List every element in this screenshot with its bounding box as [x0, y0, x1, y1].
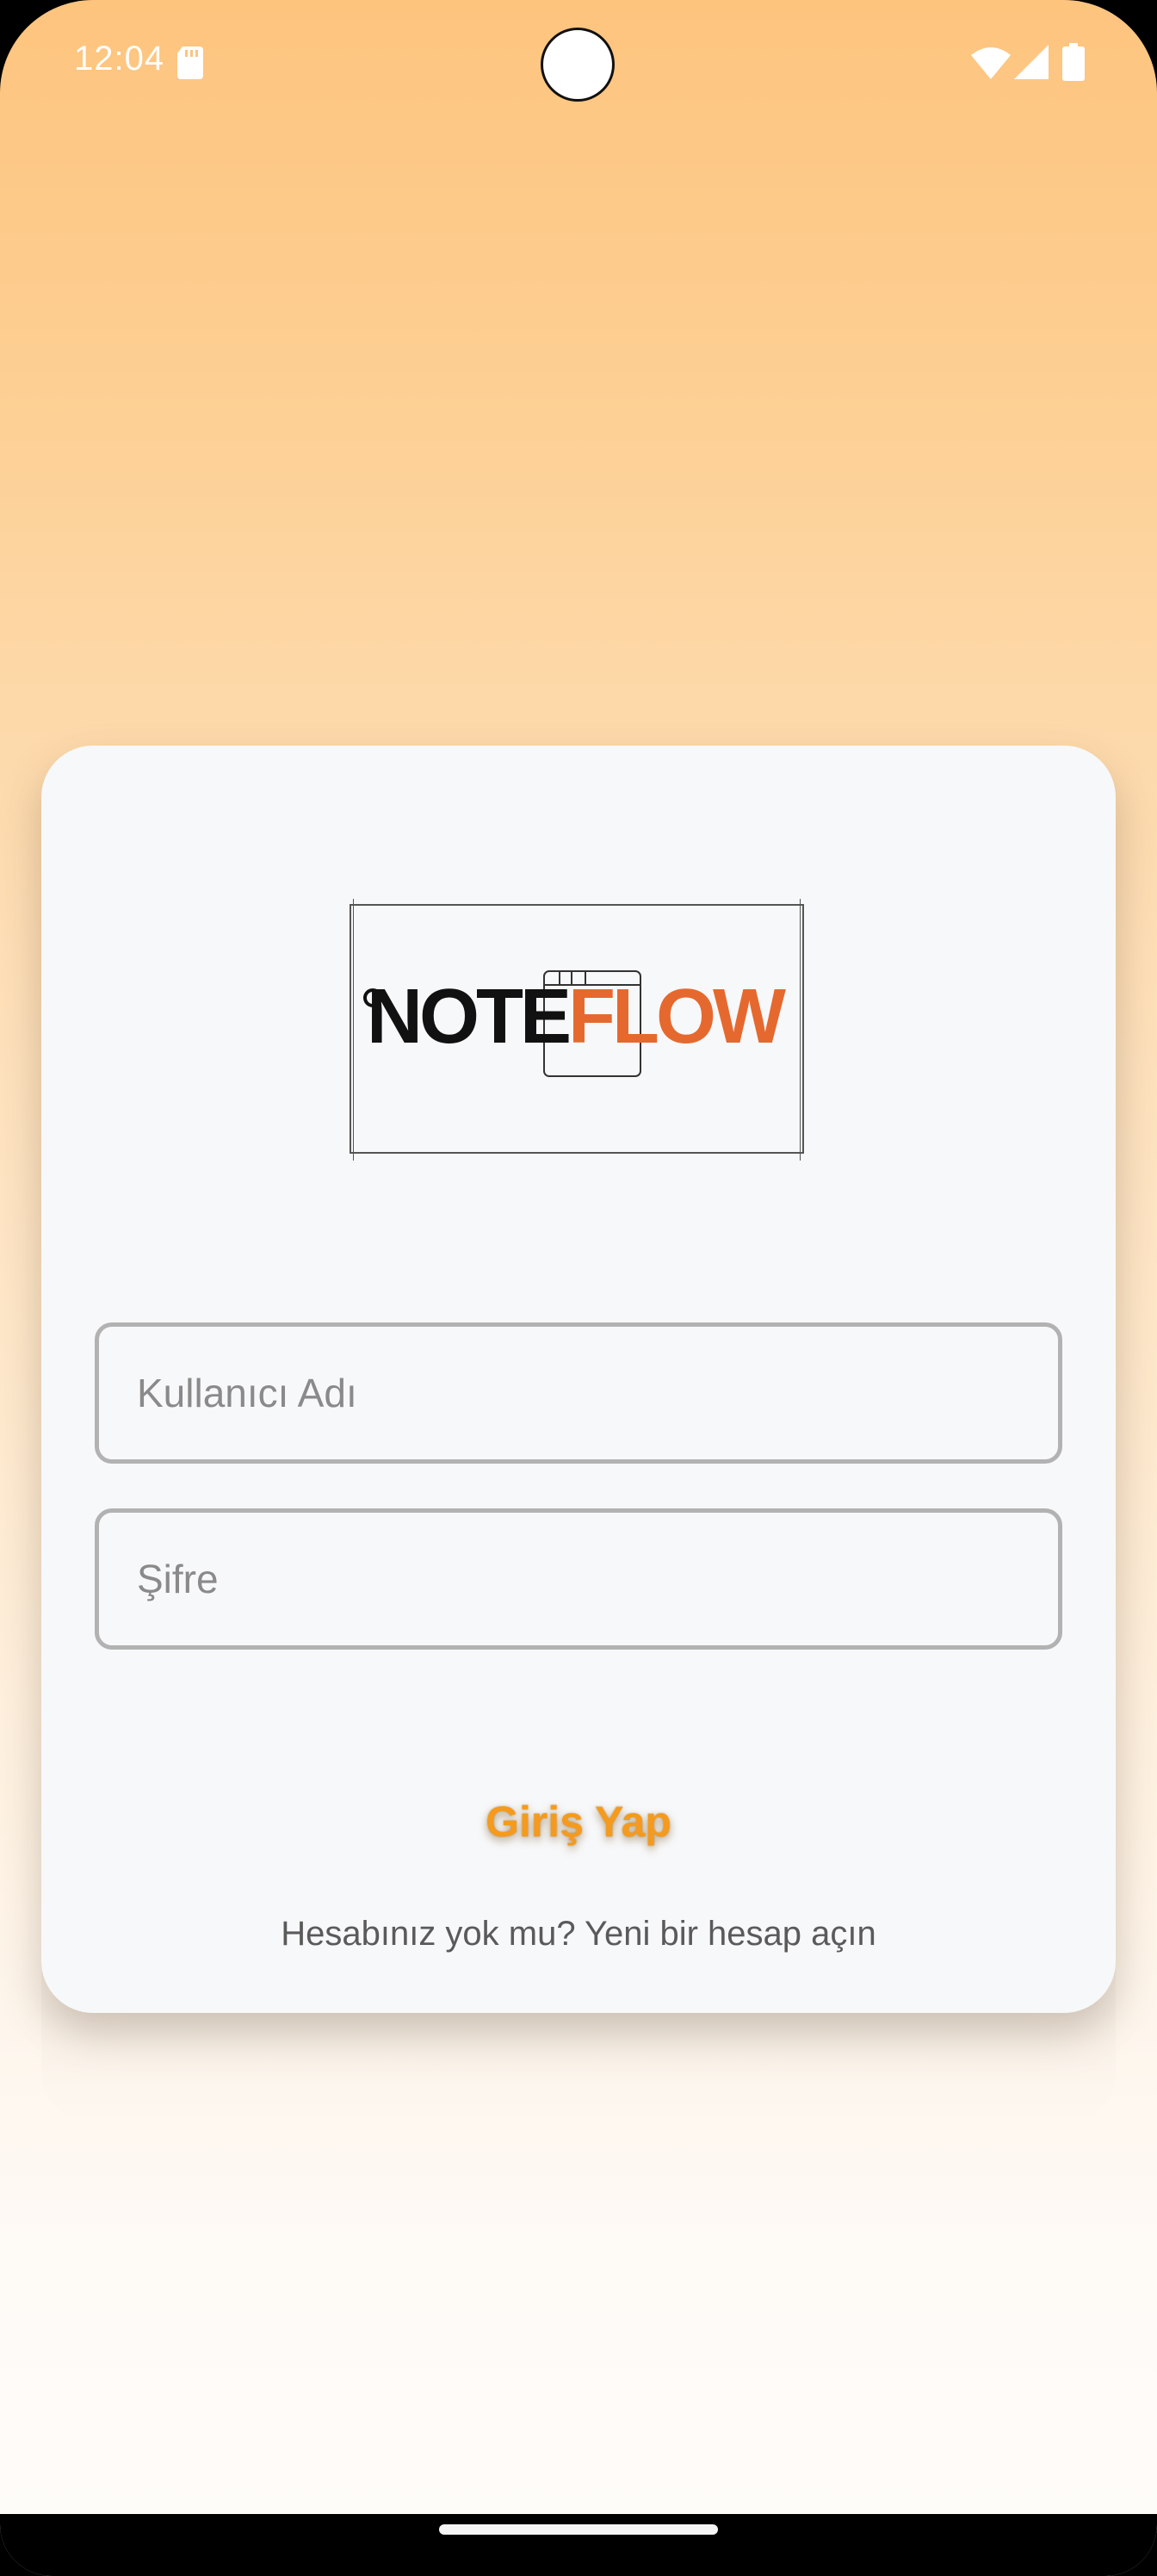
username-placeholder: Kullanıcı Adı — [137, 1371, 357, 1415]
status-bar: 12:04 — [0, 0, 1157, 129]
status-time: 12:04 — [74, 40, 165, 77]
wifi-icon — [971, 47, 1011, 79]
login-button[interactable]: Giriş Yap — [406, 1779, 751, 1865]
logo-flow-text: FLOW — [568, 974, 786, 1060]
app-screen: 12:04 NOTEFLOW Kullanıcı Adı Şifre Giriş… — [0, 0, 1157, 2576]
signup-link[interactable]: Hesabınız yok mu? Yeni bir hesap açın — [41, 1915, 1116, 1954]
password-input[interactable]: Şifre — [95, 1508, 1062, 1650]
login-card: NOTEFLOW Kullanıcı Adı Şifre Giriş Yap H… — [41, 746, 1116, 2013]
logo-note-text: NOTE — [367, 974, 572, 1060]
app-logo: NOTEFLOW — [350, 899, 804, 1161]
home-indicator[interactable] — [439, 2524, 718, 2535]
logo-wordmark: NOTEFLOW — [367, 978, 786, 1056]
navigation-bar — [0, 2514, 1157, 2576]
front-camera — [541, 28, 615, 102]
username-input[interactable]: Kullanıcı Adı — [95, 1322, 1062, 1464]
sd-card-icon — [177, 46, 203, 79]
battery-icon — [1062, 43, 1085, 81]
password-placeholder: Şifre — [137, 1557, 219, 1601]
signal-icon — [1014, 45, 1049, 79]
